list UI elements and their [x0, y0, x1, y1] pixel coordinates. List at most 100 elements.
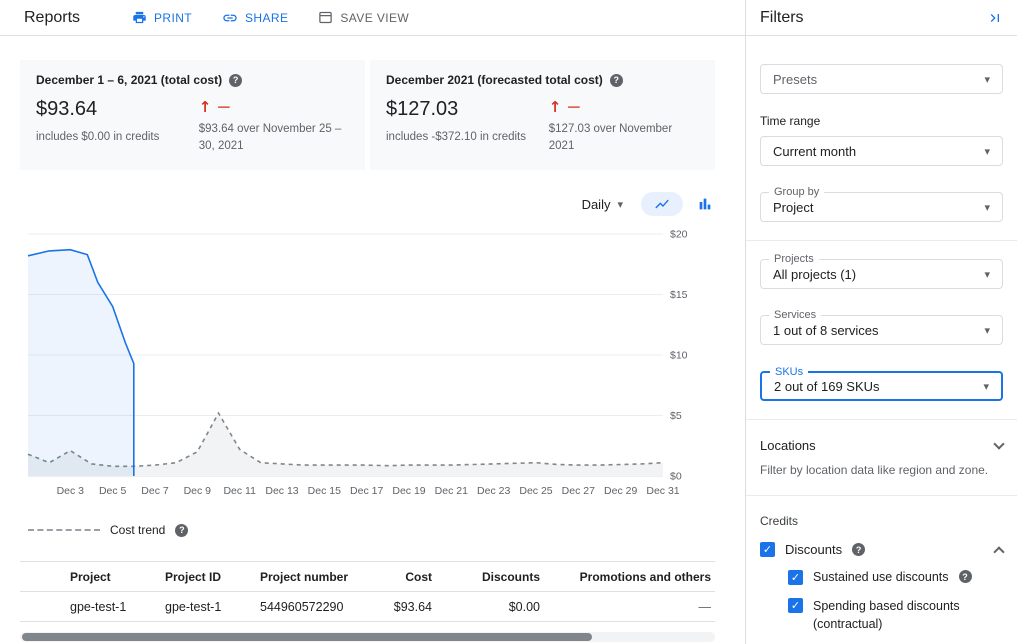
projects-select[interactable]: Projects All projects (1) ▾	[760, 259, 1003, 289]
svg-text:Dec 15: Dec 15	[308, 485, 341, 497]
interval-select[interactable]: Daily ▾	[582, 197, 623, 212]
chevron-down-icon: ▾	[617, 199, 623, 210]
col-discounts[interactable]: Discounts	[432, 570, 540, 584]
toolbar-buttons: PRINT SHARE SAVE VIEW	[132, 10, 409, 26]
svg-text:Dec 13: Dec 13	[265, 485, 298, 497]
daily-cost-chart: $0$5$10$15$20Dec 3Dec 5Dec 7Dec 9Dec 11D…	[20, 220, 715, 515]
share-label: SHARE	[245, 11, 288, 25]
bar-chart-toggle[interactable]	[695, 194, 715, 214]
group-by-select[interactable]: Group by Project ▾	[760, 192, 1003, 222]
main-content: Reports PRINT SHARE	[0, 0, 745, 644]
spending-discounts-checkbox[interactable]: ✓	[788, 598, 803, 613]
trend-dash-icon: —	[567, 100, 580, 115]
svg-text:$20: $20	[670, 229, 688, 241]
chevron-down-icon: ▾	[984, 74, 990, 85]
col-project[interactable]: Project	[70, 570, 165, 584]
print-label: PRINT	[154, 11, 192, 25]
discounts-label: Discounts	[785, 542, 842, 557]
scrollbar-thumb[interactable]	[22, 633, 592, 641]
check-icon: ✓	[791, 572, 800, 583]
cost-trend-dash-sample	[28, 529, 100, 531]
svg-text:$0: $0	[670, 471, 682, 483]
credits-section-label: Credits	[760, 514, 1003, 528]
help-icon[interactable]: ?	[229, 74, 242, 87]
collapse-panel-icon[interactable]	[987, 10, 1003, 26]
svg-text:Dec 7: Dec 7	[141, 485, 169, 497]
save-view-label: SAVE VIEW	[340, 11, 409, 25]
forecast-card-title: December 2021 (forecasted total cost)	[386, 73, 603, 87]
col-cost[interactable]: Cost	[375, 570, 432, 584]
page-title: Reports	[24, 9, 80, 27]
sustained-discounts-checkbox[interactable]: ✓	[788, 570, 803, 585]
forecast-delta-note: $127.03 over November 2021	[549, 121, 699, 154]
svg-text:Dec 29: Dec 29	[604, 485, 637, 497]
presets-value: Presets	[773, 72, 817, 87]
total-cost-card: December 1 – 6, 2021 (total cost) ? $93.…	[20, 60, 365, 170]
sustained-discounts-label: Sustained use discounts	[813, 570, 949, 584]
total-cost-amount: $93.64	[36, 98, 199, 121]
projects-label: Projects	[769, 253, 819, 266]
group-by-label: Group by	[769, 186, 824, 199]
table-row[interactable]: gpe-test-1 gpe-test-1 544960572290 $93.6…	[20, 592, 715, 622]
svg-text:Dec 21: Dec 21	[435, 485, 468, 497]
save-view-icon	[318, 10, 333, 25]
svg-text:Dec 27: Dec 27	[562, 485, 595, 497]
svg-text:$5: $5	[670, 410, 682, 422]
skus-select[interactable]: SKUs 2 out of 169 SKUs ▾	[760, 371, 1003, 401]
filters-title: Filters	[760, 9, 804, 27]
forecast-cost-card: December 2021 (forecasted total cost) ? …	[370, 60, 715, 170]
bar-chart-icon	[697, 196, 713, 212]
svg-text:Dec 11: Dec 11	[223, 485, 256, 497]
chevron-down-icon: ▾	[984, 325, 990, 336]
time-range-select[interactable]: Current month ▾	[760, 136, 1003, 166]
discounts-checkbox[interactable]: ✓	[760, 542, 775, 557]
cell-project: gpe-test-1	[70, 600, 165, 614]
chart-legend: Cost trend ?	[20, 523, 715, 537]
presets-select[interactable]: Presets ▾	[760, 64, 1003, 94]
project-cost-table: Project Project ID Project number Cost D…	[20, 561, 715, 622]
services-select[interactable]: Services 1 out of 8 services ▾	[760, 315, 1003, 345]
locations-expander[interactable]: Locations	[760, 438, 1003, 453]
svg-text:Dec 3: Dec 3	[57, 485, 85, 497]
share-button[interactable]: SHARE	[222, 10, 288, 26]
skus-value: 2 out of 169 SKUs	[774, 379, 880, 394]
col-promotions[interactable]: Promotions and others	[540, 570, 715, 584]
svg-text:Dec 9: Dec 9	[184, 485, 212, 497]
print-button[interactable]: PRINT	[132, 10, 192, 25]
divider	[746, 240, 1017, 241]
line-chart-toggle[interactable]	[641, 192, 683, 216]
reports-body: December 1 – 6, 2021 (total cost) ? $93.…	[0, 36, 745, 642]
svg-text:$10: $10	[670, 350, 688, 362]
discounts-filter-row: ✓ Discounts ?	[760, 542, 1003, 557]
group-by-value: Project	[773, 200, 813, 215]
forecast-amount: $127.03	[386, 98, 549, 121]
share-link-icon	[222, 10, 238, 26]
col-project-number[interactable]: Project number	[260, 570, 375, 584]
svg-text:Dec 5: Dec 5	[99, 485, 127, 497]
help-icon[interactable]: ?	[852, 543, 865, 556]
chevron-up-icon[interactable]	[993, 546, 1004, 557]
cost-chart-canvas: $0$5$10$15$20Dec 3Dec 5Dec 7Dec 9Dec 11D…	[20, 220, 715, 512]
svg-text:Dec 17: Dec 17	[350, 485, 383, 497]
help-icon[interactable]: ?	[959, 570, 972, 583]
cell-project-id: gpe-test-1	[165, 600, 260, 614]
divider	[746, 495, 1017, 496]
locations-label: Locations	[760, 438, 816, 453]
cost-increase-icon: ↑	[199, 98, 212, 116]
cell-discounts: $0.00	[432, 600, 540, 614]
chevron-down-icon	[993, 438, 1004, 449]
divider	[746, 419, 1017, 420]
time-range-value: Current month	[773, 144, 856, 159]
print-icon	[132, 10, 147, 25]
help-icon[interactable]: ?	[175, 524, 188, 537]
chevron-down-icon: ▾	[984, 202, 990, 213]
cost-trend-legend-label: Cost trend	[110, 523, 165, 537]
horizontal-scrollbar[interactable]	[20, 632, 715, 642]
check-icon: ✓	[791, 600, 800, 611]
chevron-down-icon: ▾	[984, 146, 990, 157]
col-project-id[interactable]: Project ID	[165, 570, 260, 584]
spending-discounts-label: Spending based discounts (contractual)	[813, 598, 963, 633]
billing-reports-page: Reports PRINT SHARE	[0, 0, 1017, 644]
help-icon[interactable]: ?	[610, 74, 623, 87]
save-view-button[interactable]: SAVE VIEW	[318, 10, 409, 25]
